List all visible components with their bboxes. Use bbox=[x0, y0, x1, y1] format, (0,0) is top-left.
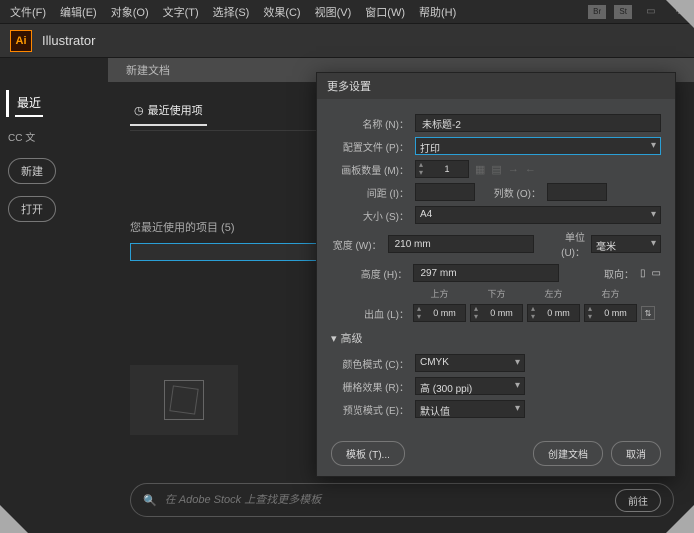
width-input[interactable] bbox=[388, 235, 534, 253]
tab-new-document[interactable]: 新建文档 bbox=[108, 58, 188, 82]
clock-icon: ◷ bbox=[134, 104, 144, 117]
bleed-top-stepper[interactable]: ▴▾0 mm bbox=[413, 304, 466, 322]
menu-object[interactable]: 对象(O) bbox=[105, 2, 155, 22]
name-label: 名称 (N)： bbox=[331, 116, 409, 131]
open-button[interactable]: 打开 bbox=[8, 196, 56, 222]
menu-effect[interactable]: 效果(C) bbox=[257, 2, 306, 22]
ai-logo-icon: Ai bbox=[10, 30, 32, 52]
raster-select[interactable]: 高 (300 ppi) bbox=[415, 377, 525, 395]
cols-input bbox=[547, 183, 607, 201]
name-input[interactable] bbox=[415, 114, 661, 132]
templates-button[interactable]: 模板 (T)... bbox=[331, 441, 405, 466]
cancel-button[interactable]: 取消 bbox=[611, 441, 661, 466]
profile-label: 配置文件 (P)： bbox=[331, 139, 409, 154]
arrange-icon[interactable]: ▭ bbox=[640, 4, 661, 19]
ltr-icon[interactable]: ← bbox=[525, 163, 536, 175]
menu-type[interactable]: 文字(T) bbox=[157, 2, 205, 22]
units-label: 单位 (U)： bbox=[540, 229, 585, 259]
menu-view[interactable]: 视图(V) bbox=[309, 2, 358, 22]
menubar: 文件(F) 编辑(E) 对象(O) 文字(T) 选择(S) 效果(C) 视图(V… bbox=[0, 0, 694, 24]
preview-select[interactable]: 默认值 bbox=[415, 400, 525, 418]
units-select[interactable]: 毫米 bbox=[591, 235, 661, 253]
size-label: 大小 (S)： bbox=[331, 208, 409, 223]
portrait-icon[interactable]: ▯ bbox=[640, 268, 646, 279]
bleed-bottom-label: 下方 bbox=[470, 287, 523, 300]
grid-icon[interactable]: ▦ bbox=[475, 163, 485, 176]
artboards-label: 画板数量 (M)： bbox=[331, 162, 409, 177]
advanced-label: 高级 bbox=[341, 330, 363, 346]
rtl-icon[interactable]: → bbox=[508, 163, 519, 175]
bleed-bottom-stepper[interactable]: ▴▾0 mm bbox=[470, 304, 523, 322]
sidebar-item-recent[interactable]: 最近 bbox=[15, 90, 43, 117]
bridge-icon[interactable]: Br bbox=[588, 5, 606, 19]
stock-search-input[interactable] bbox=[165, 494, 607, 506]
spacing-label: 间距 (I)： bbox=[331, 185, 409, 200]
sidebar: 最近 CC 文 新建 打开 bbox=[0, 82, 110, 236]
preset-thumb-icon bbox=[164, 380, 204, 420]
inner-tab-recent[interactable]: ◷ 最近使用项 bbox=[130, 96, 207, 126]
raster-label: 栅格效果 (R)： bbox=[331, 379, 409, 394]
preview-label: 预览模式 (E)： bbox=[331, 402, 409, 417]
menu-edit[interactable]: 编辑(E) bbox=[54, 2, 103, 22]
artboards-stepper[interactable]: ▴▾1 bbox=[415, 160, 469, 178]
appbar: Ai Illustrator bbox=[0, 24, 694, 58]
height-label: 高度 (H)： bbox=[331, 266, 407, 281]
dialog-title: 更多设置 bbox=[317, 73, 675, 99]
colormode-label: 颜色模式 (C)： bbox=[331, 356, 409, 371]
row-icon[interactable]: ▤ bbox=[491, 163, 501, 176]
bleed-right-label: 右方 bbox=[584, 287, 637, 300]
profile-select[interactable]: 打印 bbox=[415, 137, 661, 155]
bleed-label: 出血 (L)： bbox=[331, 306, 409, 321]
bleed-left-stepper[interactable]: ▴▾0 mm bbox=[527, 304, 580, 322]
height-input[interactable] bbox=[413, 264, 559, 282]
chevron-down-icon: ▾ bbox=[331, 332, 337, 345]
bleed-top-label: 上方 bbox=[413, 287, 466, 300]
go-button[interactable]: 前往 bbox=[615, 489, 661, 512]
menu-select[interactable]: 选择(S) bbox=[207, 2, 256, 22]
landscape-icon[interactable]: ▭ bbox=[652, 268, 661, 279]
more-settings-dialog: 更多设置 名称 (N)： 配置文件 (P)： 打印 画板数量 (M)： ▴▾1 ▦… bbox=[316, 72, 676, 477]
spacing-input bbox=[415, 183, 475, 201]
menu-window[interactable]: 窗口(W) bbox=[359, 2, 411, 22]
size-select[interactable]: A4 bbox=[415, 206, 661, 224]
stock-search-bar: 🔍 前往 bbox=[130, 483, 674, 517]
colormode-select[interactable]: CMYK bbox=[415, 354, 525, 372]
menu-help[interactable]: 帮助(H) bbox=[413, 2, 462, 22]
menu-file[interactable]: 文件(F) bbox=[4, 2, 52, 22]
bleed-right-stepper[interactable]: ▴▾0 mm bbox=[584, 304, 637, 322]
width-label: 宽度 (W)： bbox=[331, 237, 382, 252]
advanced-toggle[interactable]: ▾ 高级 bbox=[331, 330, 661, 346]
stock-icon[interactable]: St bbox=[614, 5, 632, 19]
new-button[interactable]: 新建 bbox=[8, 158, 56, 184]
inner-tab-label: 最近使用项 bbox=[148, 102, 203, 118]
create-button[interactable]: 创建文档 bbox=[533, 441, 603, 466]
cols-label: 列数 (O)： bbox=[481, 185, 541, 200]
link-icon[interactable]: ⇅ bbox=[641, 306, 655, 320]
orient-label: 取向： bbox=[565, 266, 634, 281]
search-icon: 🔍 bbox=[143, 494, 157, 507]
sidebar-item-cc[interactable]: CC 文 bbox=[6, 121, 104, 152]
app-title: Illustrator bbox=[42, 33, 95, 48]
preset-card-3[interactable] bbox=[130, 365, 238, 435]
bleed-left-label: 左方 bbox=[527, 287, 580, 300]
